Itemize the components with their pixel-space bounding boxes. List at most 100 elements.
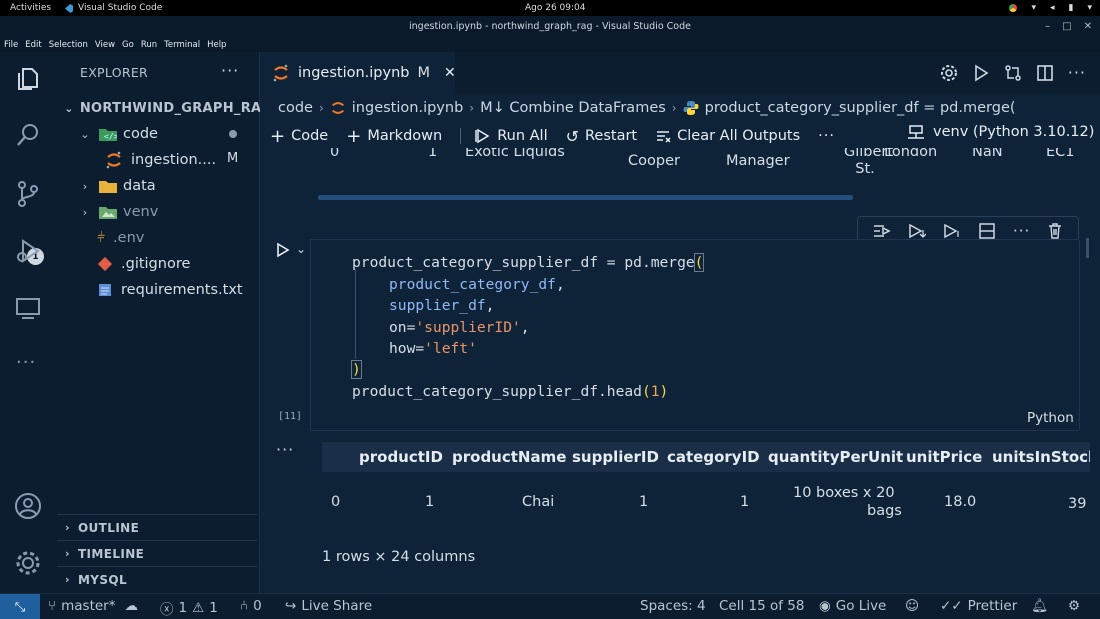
problems-indicator[interactable]: ⓧ 1 ⚠ 1 (160, 598, 218, 618)
power-icon[interactable]: ▾ (1087, 3, 1092, 13)
menu-view[interactable]: View (95, 40, 115, 50)
clock[interactable]: Ago 26 09:04 (525, 3, 586, 13)
breadcrumb-code[interactable]: code (278, 100, 313, 116)
minimize-icon[interactable]: – (1045, 21, 1050, 32)
previous-output-row: 0 1 Exotic Liquids Cooper Manager Gilber… (260, 148, 1090, 194)
horizontal-scrollbar[interactable] (318, 195, 853, 200)
double-check-icon: ✓✓ (940, 598, 963, 614)
tab-modified-badge: M (417, 65, 431, 81)
more-actions-icon[interactable]: ··· (1068, 64, 1086, 82)
split-editor-icon[interactable] (1036, 64, 1054, 82)
settings-sync-icon[interactable]: ⚙ (1068, 598, 1080, 614)
clear-all-outputs-button[interactable]: Clear All Outputs (655, 128, 800, 144)
volume-icon[interactable]: ◂ (1050, 3, 1055, 13)
split-cell-icon[interactable] (978, 223, 996, 239)
battery-icon[interactable]: ▮ (1069, 3, 1074, 13)
tree-file-requirements[interactable]: requirements.txt (97, 277, 243, 303)
remote-explorer-icon[interactable] (14, 294, 42, 322)
code-token: product_category_supplier_df = pd.merge (352, 254, 695, 271)
menu-file[interactable]: File (4, 40, 18, 50)
gear-icon[interactable] (940, 64, 958, 82)
chevron-right-icon: › (65, 547, 70, 560)
account-icon[interactable] (14, 492, 42, 520)
overview-ruler (1086, 238, 1089, 258)
explorer-icon[interactable] (14, 65, 42, 93)
tab-ingestion-ipynb[interactable]: ingestion.ipynb M ✕ (260, 52, 456, 94)
tree-folder-data[interactable]: › data (79, 173, 156, 199)
restart-kernel-button[interactable]: ↺ Restart (566, 127, 638, 146)
explorer-more-actions[interactable]: ··· (221, 61, 239, 80)
chevron-down-icon: ⌄ (64, 101, 74, 115)
cell-position-indicator[interactable]: Cell 15 of 58 (719, 598, 804, 614)
menu-run[interactable]: Run (141, 40, 157, 50)
plus-icon: + (270, 125, 286, 147)
execute-below-icon[interactable] (943, 223, 961, 239)
tree-folder-code[interactable]: ⌄ </> code (79, 121, 237, 147)
source-control-icon[interactable] (14, 180, 42, 208)
live-share-icon: ↪ (285, 598, 297, 614)
tree-file-env[interactable]: ⫩ .env (97, 225, 144, 251)
cell-language-picker[interactable]: Python (1027, 410, 1074, 426)
remote-indicator[interactable]: ⤡ (0, 594, 40, 619)
delete-cell-icon[interactable] (1047, 223, 1063, 239)
kernel-picker[interactable]: venv (Python 3.10.12) (907, 124, 1094, 140)
chevron-down-icon[interactable]: ⌄ (296, 242, 306, 256)
breadcrumb-symbol[interactable]: product_category_supplier_df = pd.merge( (705, 100, 1016, 116)
panel-timeline[interactable]: › TIMELINE (57, 540, 257, 566)
indentation-indicator[interactable]: Spaces: 4 (640, 598, 706, 614)
app-name: Visual Studio Code (78, 3, 163, 13)
git-branch[interactable]: ⑂ master* ☁ (48, 598, 138, 614)
menu-go[interactable]: Go (122, 40, 134, 50)
search-icon[interactable] (14, 121, 42, 149)
compare-changes-icon[interactable] (1004, 64, 1022, 82)
bell-icon[interactable]: 🔔︎ (1031, 598, 1048, 614)
code-token: , (485, 297, 495, 314)
settings-gear-icon[interactable] (14, 549, 42, 577)
panel-mysql[interactable]: › MYSQL (57, 566, 257, 592)
go-live-button[interactable]: ◉ Go Live (819, 598, 886, 614)
panel-outline[interactable]: › OUTLINE (57, 514, 257, 540)
restart-icon: ↺ (565, 126, 579, 146)
wifi-icon[interactable]: ▾ (1031, 3, 1036, 13)
run-debug-icon[interactable] (14, 237, 42, 265)
close-window-icon[interactable]: ✕ (1084, 21, 1092, 32)
copilot-icon[interactable]: ☺ (905, 598, 919, 614)
cell-more-icon[interactable]: ··· (1013, 222, 1030, 240)
dataframe-shape: 1 rows × 24 columns (322, 549, 476, 565)
execute-above-icon[interactable] (908, 223, 926, 239)
activities-button[interactable]: Activities (0, 3, 64, 13)
code-cell-editor[interactable]: product_category_supplier_df = pd.merge(… (310, 239, 1080, 431)
tree-folder-venv[interactable]: › venv (79, 199, 158, 225)
ports-indicator[interactable]: ⑃ 0 (240, 598, 262, 614)
close-tab-icon[interactable]: ✕ (444, 65, 456, 81)
branch-icon: ⑂ (48, 598, 57, 614)
output-more-icon[interactable]: ··· (276, 440, 294, 459)
maximize-icon[interactable]: □ (1062, 21, 1071, 32)
menu-edit[interactable]: Edit (25, 40, 41, 50)
workspace-root[interactable]: ⌄ NORTHWIND_GRAPH_RAG (63, 95, 272, 121)
chrome-icon[interactable] (1009, 4, 1018, 12)
toolbar-more-icon[interactable]: ··· (818, 128, 835, 144)
code-line-6: ) (351, 360, 362, 379)
tree-file-ingestion[interactable]: ingestion.... (105, 147, 216, 173)
run-all-button[interactable]: Run All (475, 128, 548, 144)
button-label: Run All (497, 128, 548, 144)
explorer-title: EXPLORER (80, 65, 149, 80)
run-cell-button[interactable] (276, 242, 290, 258)
panel-label: OUTLINE (77, 520, 140, 535)
breadcrumb-section[interactable]: M↓ Combine DataFrames (480, 100, 666, 116)
app-menu[interactable]: Visual Studio Code (64, 3, 162, 13)
run-icon[interactable] (972, 64, 990, 82)
live-share-button[interactable]: ↪ Live Share (285, 598, 372, 614)
breadcrumb-file[interactable]: ingestion.ipynb (352, 100, 464, 116)
run-by-line-icon[interactable] (873, 223, 891, 239)
add-markdown-cell-button[interactable]: + Markdown (346, 126, 442, 147)
menu-selection[interactable]: Selection (49, 40, 88, 50)
prettier-button[interactable]: ✓✓ Prettier (940, 598, 1017, 614)
code-token: supplier_df (389, 297, 486, 314)
menu-help[interactable]: Help (207, 40, 226, 50)
tree-file-gitignore[interactable]: .gitignore (97, 251, 190, 277)
add-code-cell-button[interactable]: + Code (270, 126, 328, 147)
menu-terminal[interactable]: Terminal (164, 40, 200, 50)
more-views-icon[interactable]: ··· (16, 352, 36, 373)
